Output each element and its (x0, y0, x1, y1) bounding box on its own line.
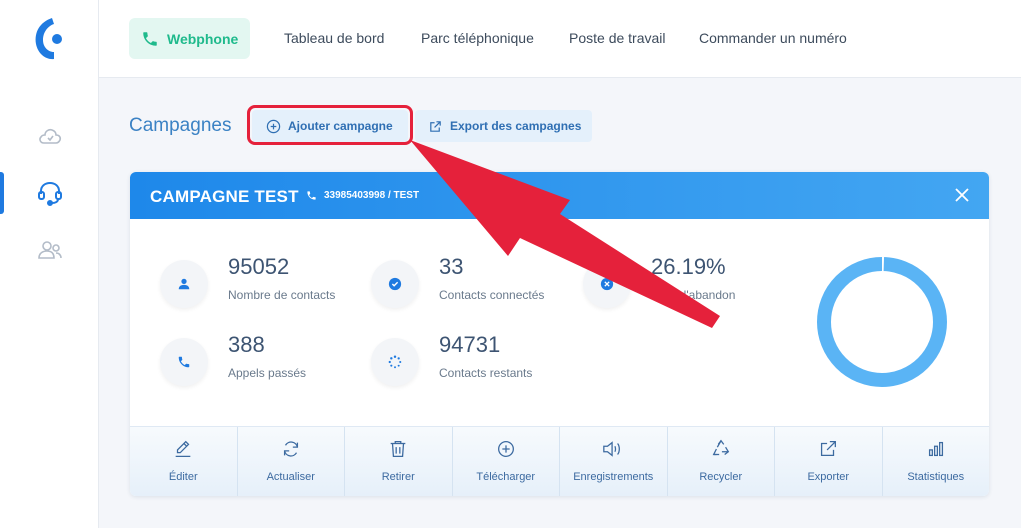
bar-chart-icon (924, 437, 948, 461)
brand-logo[interactable] (30, 14, 70, 62)
remove-label: Retirer (381, 471, 415, 483)
export-label: Exporter (807, 471, 850, 483)
statistics-label: Statistiques (907, 471, 965, 483)
recordings-button[interactable]: Enregistrements (560, 427, 668, 496)
sidebar-active-indicator (0, 172, 4, 214)
phone-icon (307, 191, 316, 200)
refresh-label: Actualiser (266, 471, 315, 483)
campaign-phone: 33985403998 / TEST (306, 190, 419, 201)
stat-value: 94731 (439, 332, 501, 357)
plus-circle-icon (494, 437, 518, 461)
recycle-icon (709, 437, 733, 461)
headset-icon (38, 181, 62, 206)
stat-label: Nombre de contacts (228, 288, 336, 302)
export-campaigns-button[interactable]: Export des campagnes (415, 110, 592, 142)
nav-webphone-button[interactable]: Webphone (129, 18, 250, 59)
statistics-button[interactable]: Statistiques (882, 427, 989, 496)
edit-icon (171, 437, 195, 461)
campaign-actions: Éditer Actualiser Retirer Télécharger En… (130, 426, 989, 496)
edit-label: Éditer (168, 471, 198, 483)
cloud-icon (39, 128, 62, 144)
page-title: Campagnes (129, 115, 232, 136)
stat-label: Contacts connectés (439, 288, 545, 302)
refresh-icon (279, 437, 303, 461)
sidebar-item-cloud[interactable] (30, 117, 70, 157)
stat-value: 26.19% (651, 254, 726, 279)
nav-workstation[interactable]: Poste de travail (569, 30, 666, 46)
export-button[interactable]: Exporter (775, 427, 883, 496)
refresh-button[interactable]: Actualiser (237, 427, 345, 496)
close-icon[interactable] (952, 185, 972, 205)
stat-value: 95052 (228, 254, 290, 279)
recycle-label: Recycler (699, 471, 743, 483)
x-icon (583, 260, 631, 308)
check-icon (371, 260, 419, 308)
export-campaigns-label: Export des campagnes (450, 119, 582, 133)
sidebar-item-users[interactable] (30, 230, 70, 270)
external-link-icon (816, 437, 840, 461)
trash-icon (386, 437, 410, 461)
nav-webphone-label: Webphone (167, 30, 239, 47)
stat-value: 33 (439, 254, 464, 279)
progress-donut (817, 256, 947, 387)
top-navigation: Webphone Tableau de bord Parc téléphoniq… (99, 0, 1021, 78)
campaign-card: CAMPAGNE TEST 33985403998 / TEST 95052 N… (130, 172, 989, 496)
recycle-button[interactable]: Recycler (667, 427, 775, 496)
stat-label: Contacts restants (439, 366, 533, 380)
stat-label: Taux d'abandon (651, 288, 736, 302)
nav-phone-fleet[interactable]: Parc téléphonique (421, 30, 534, 46)
remove-button[interactable]: Retirer (345, 427, 453, 496)
user-icon (160, 260, 208, 308)
users-icon (38, 241, 62, 259)
stat-value: 388 (228, 332, 265, 357)
campaign-name: CAMPAGNE TEST (150, 187, 299, 206)
spinner-icon (371, 338, 419, 386)
recordings-label: Enregistrements (573, 471, 654, 483)
speaker-icon (601, 437, 625, 461)
nav-dashboard[interactable]: Tableau de bord (284, 30, 384, 46)
stat-label: Appels passés (228, 366, 307, 380)
edit-button[interactable]: Éditer (130, 427, 238, 496)
phone-icon (160, 338, 208, 386)
download-label: Télécharger (476, 471, 536, 483)
download-button[interactable]: Télécharger (452, 427, 560, 496)
highlight-outline (247, 105, 413, 145)
campaign-phone-number: 33985403998 / TEST (324, 190, 420, 201)
sidebar (0, 0, 99, 528)
campaign-header: CAMPAGNE TEST 33985403998 / TEST (130, 172, 989, 219)
phone-icon (143, 31, 157, 46)
sidebar-item-campaigns[interactable] (30, 173, 70, 213)
external-link-icon (430, 120, 441, 132)
nav-order-number[interactable]: Commander un numéro (699, 30, 847, 46)
